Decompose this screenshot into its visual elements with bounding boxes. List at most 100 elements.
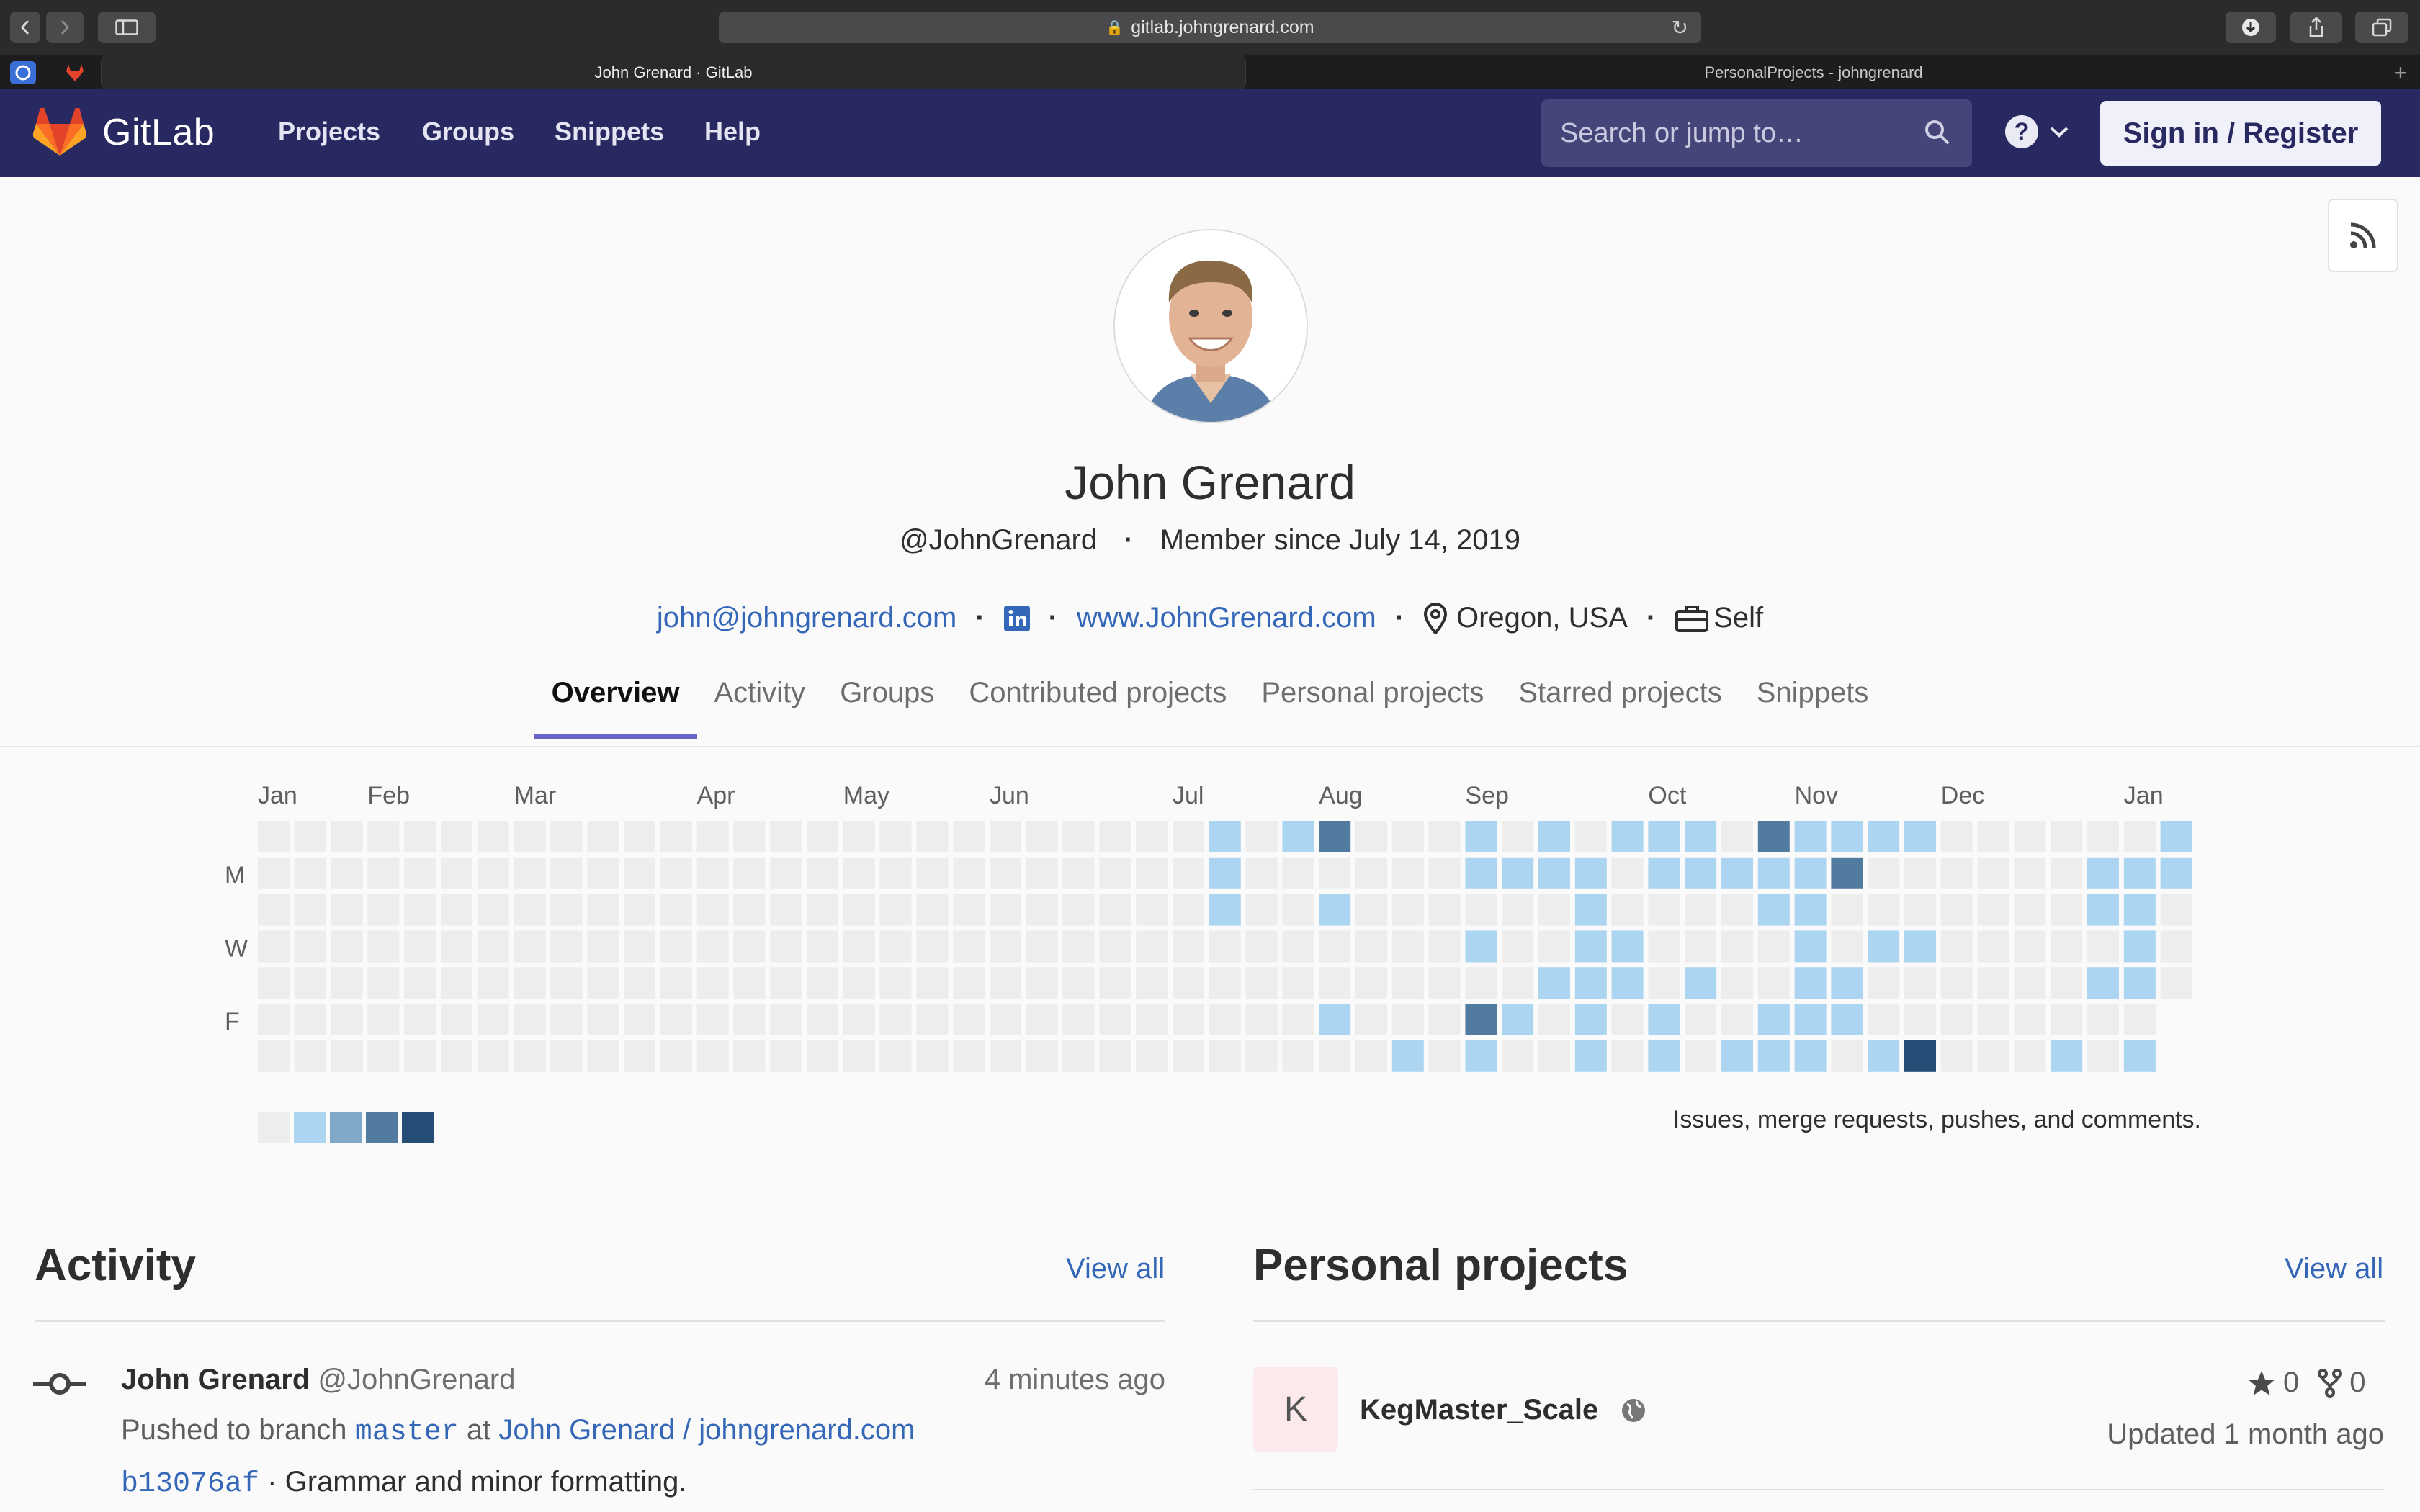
- calendar-day-cell[interactable]: [696, 967, 729, 999]
- calendar-day-cell[interactable]: [807, 930, 838, 963]
- calendar-day-cell[interactable]: [1977, 1004, 2009, 1035]
- calendar-day-cell[interactable]: [1136, 930, 1168, 963]
- calendar-day-cell[interactable]: [1977, 857, 2009, 889]
- calendar-day-cell[interactable]: [733, 1040, 766, 1072]
- nav-groups[interactable]: Groups: [422, 117, 514, 147]
- tab-overview[interactable]: Overview: [534, 670, 697, 739]
- calendar-day-cell[interactable]: [550, 930, 583, 963]
- calendar-day-cell[interactable]: [1794, 930, 1827, 963]
- calendar-day-cell[interactable]: [1173, 1004, 1204, 1035]
- calendar-day-cell[interactable]: [879, 930, 912, 963]
- calendar-day-cell[interactable]: [1465, 821, 1497, 852]
- tab-starred-projects[interactable]: Starred projects: [1518, 670, 1721, 739]
- calendar-day-cell[interactable]: [404, 857, 436, 889]
- calendar-day-cell[interactable]: [1794, 1004, 1827, 1035]
- rss-feed-button[interactable]: [2328, 199, 2398, 272]
- calendar-day-cell[interactable]: [1940, 967, 1973, 999]
- calendar-day-cell[interactable]: [2014, 930, 2046, 963]
- calendar-day-cell[interactable]: [660, 1040, 692, 1072]
- calendar-day-cell[interactable]: [1245, 967, 1278, 999]
- calendar-day-cell[interactable]: [696, 821, 729, 852]
- calendar-day-cell[interactable]: [404, 967, 436, 999]
- calendar-day-cell[interactable]: [1136, 1004, 1168, 1035]
- calendar-day-cell[interactable]: [1173, 1040, 1204, 1072]
- pinned-tab-favicon[interactable]: [10, 61, 36, 84]
- calendar-day-cell[interactable]: [1721, 857, 1753, 889]
- calendar-day-cell[interactable]: [990, 857, 1021, 889]
- calendar-day-cell[interactable]: [843, 857, 875, 889]
- tab-john-grenard-gitlab[interactable]: John Grenard · GitLab: [102, 55, 1245, 90]
- calendar-day-cell[interactable]: [1685, 1040, 1717, 1072]
- calendar-day-cell[interactable]: [770, 967, 802, 999]
- calendar-day-cell[interactable]: [550, 894, 583, 926]
- calendar-day-cell[interactable]: [1136, 1040, 1168, 1072]
- calendar-day-cell[interactable]: [1721, 930, 1753, 963]
- calendar-day-cell[interactable]: [953, 821, 985, 852]
- calendar-day-cell[interactable]: [1721, 1040, 1753, 1072]
- calendar-day-cell[interactable]: [1209, 857, 1241, 889]
- calendar-day-cell[interactable]: [1245, 1040, 1278, 1072]
- calendar-day-cell[interactable]: [916, 930, 949, 963]
- calendar-day-cell[interactable]: [696, 930, 729, 963]
- calendar-day-cell[interactable]: [1502, 1040, 1534, 1072]
- calendar-day-cell[interactable]: [1355, 821, 1387, 852]
- calendar-day-cell[interactable]: [696, 1040, 729, 1072]
- calendar-day-cell[interactable]: [770, 930, 802, 963]
- calendar-day-cell[interactable]: [477, 894, 509, 926]
- calendar-day-cell[interactable]: [2123, 1040, 2156, 1072]
- calendar-day-cell[interactable]: [2051, 821, 2083, 852]
- calendar-day-cell[interactable]: [441, 930, 472, 963]
- calendar-day-cell[interactable]: [1428, 894, 1461, 926]
- nav-help[interactable]: Help: [704, 117, 761, 147]
- calendar-day-cell[interactable]: [624, 1040, 655, 1072]
- calendar-day-cell[interactable]: [258, 1004, 290, 1035]
- calendar-day-cell[interactable]: [294, 1040, 326, 1072]
- project-avatar[interactable]: K: [1253, 1367, 1338, 1452]
- calendar-day-cell[interactable]: [1026, 821, 1058, 852]
- calendar-day-cell[interactable]: [953, 930, 985, 963]
- calendar-day-cell[interactable]: [1428, 930, 1461, 963]
- calendar-day-cell[interactable]: [879, 1040, 912, 1072]
- calendar-day-cell[interactable]: [843, 894, 875, 926]
- calendar-day-cell[interactable]: [2160, 894, 2192, 926]
- calendar-day-cell[interactable]: [1757, 1004, 1790, 1035]
- calendar-day-cell[interactable]: [1940, 930, 1973, 963]
- calendar-day-cell[interactable]: [587, 930, 619, 963]
- calendar-day-cell[interactable]: [2087, 894, 2119, 926]
- calendar-day-cell[interactable]: [331, 967, 363, 999]
- calendar-day-cell[interactable]: [1392, 930, 1424, 963]
- calendar-day-cell[interactable]: [990, 894, 1021, 926]
- profile-website-link[interactable]: www.JohnGrenard.com: [1077, 602, 1376, 634]
- calendar-day-cell[interactable]: [990, 821, 1021, 852]
- new-tab-button[interactable]: +: [2381, 55, 2420, 90]
- calendar-day-cell[interactable]: [367, 1004, 400, 1035]
- calendar-day-cell[interactable]: [1099, 930, 1131, 963]
- calendar-day-cell[interactable]: [879, 894, 912, 926]
- calendar-day-cell[interactable]: [1099, 857, 1131, 889]
- calendar-day-cell[interactable]: [990, 1004, 1021, 1035]
- calendar-day-cell[interactable]: [1282, 1040, 1314, 1072]
- calendar-day-cell[interactable]: [1611, 1004, 1644, 1035]
- calendar-day-cell[interactable]: [1538, 1040, 1570, 1072]
- calendar-day-cell[interactable]: [441, 1040, 472, 1072]
- nav-snippets[interactable]: Snippets: [555, 117, 664, 147]
- calendar-day-cell[interactable]: [990, 967, 1021, 999]
- calendar-day-cell[interactable]: [331, 930, 363, 963]
- calendar-day-cell[interactable]: [2014, 821, 2046, 852]
- calendar-day-cell[interactable]: [1904, 1040, 1936, 1072]
- calendar-day-cell[interactable]: [1574, 857, 1607, 889]
- search-input[interactable]: [1559, 111, 1907, 156]
- calendar-day-cell[interactable]: [1465, 1004, 1497, 1035]
- calendar-day-cell[interactable]: [1465, 1040, 1497, 1072]
- calendar-day-cell[interactable]: [1940, 821, 1973, 852]
- calendar-day-cell[interactable]: [441, 1004, 472, 1035]
- calendar-day-cell[interactable]: [1538, 894, 1570, 926]
- search-icon[interactable]: [1923, 118, 1952, 147]
- calendar-day-cell[interactable]: [807, 1004, 838, 1035]
- calendar-day-cell[interactable]: [1209, 1004, 1241, 1035]
- calendar-day-cell[interactable]: [2160, 930, 2192, 963]
- calendar-day-cell[interactable]: [1319, 1040, 1351, 1072]
- calendar-day-cell[interactable]: [477, 930, 509, 963]
- calendar-day-cell[interactable]: [1245, 857, 1278, 889]
- calendar-day-cell[interactable]: [1099, 894, 1131, 926]
